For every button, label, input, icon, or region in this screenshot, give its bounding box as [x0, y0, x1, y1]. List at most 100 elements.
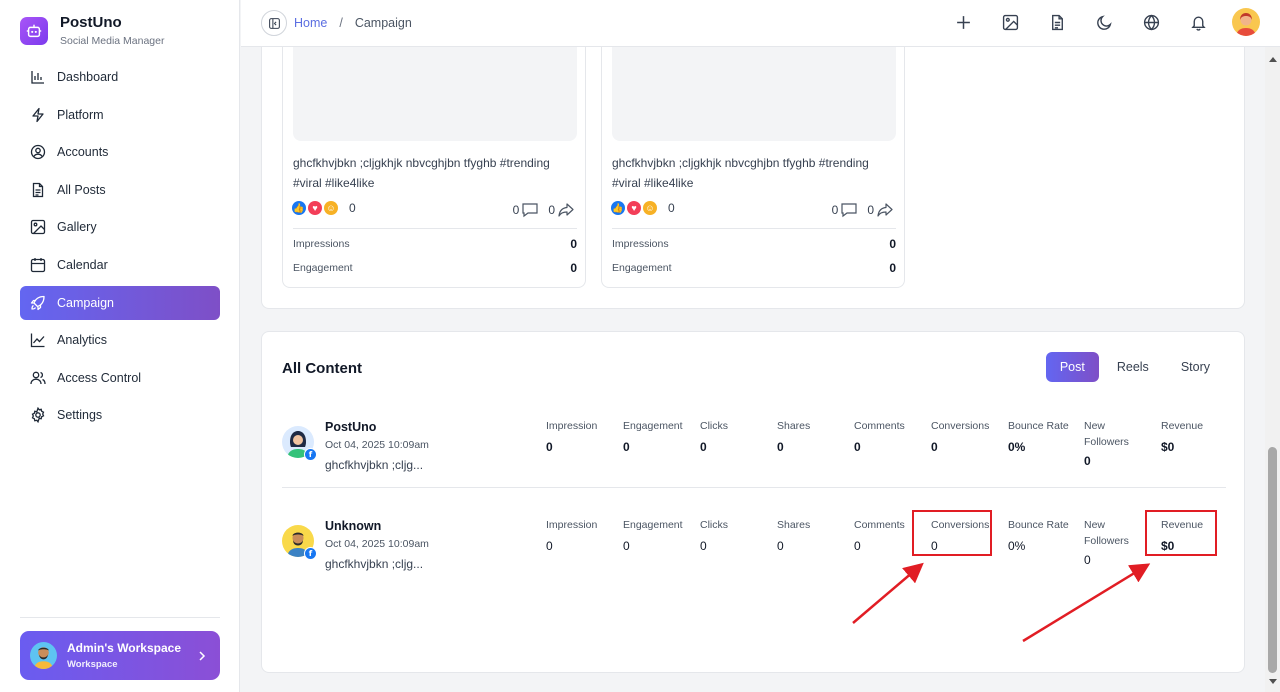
- stat-label: Impression: [546, 519, 598, 531]
- stat-label: Bounce Rate: [1008, 420, 1069, 432]
- stat-label: Shares: [777, 420, 811, 432]
- breadcrumb: Home / Campaign: [294, 16, 412, 30]
- stat-impression: Impression 0: [546, 418, 618, 454]
- stat-value: 0: [546, 440, 553, 454]
- share-icon[interactable]: [876, 201, 894, 219]
- sidebar-item-accounts[interactable]: Accounts: [20, 135, 220, 169]
- post-preview-card[interactable]: ghcfkhvjbkn ;cljgkhjk nbvcghjbn tfyghb #…: [282, 47, 586, 288]
- breadcrumb-home-link[interactable]: Home: [294, 16, 327, 30]
- workspace-subtitle: Workspace: [67, 658, 118, 670]
- stat-bounce-rate: Bounce Rate 0%: [1008, 517, 1080, 553]
- document-icon: [1051, 14, 1063, 30]
- sidebar-item-analytics[interactable]: Analytics: [20, 323, 220, 357]
- stat-clicks: Clicks 0: [700, 418, 772, 454]
- scroll-up-arrow-icon[interactable]: [1269, 57, 1277, 62]
- language-button[interactable]: [1141, 12, 1161, 32]
- tab-post[interactable]: Post: [1045, 352, 1099, 382]
- table-row[interactable]: f Unknown Oct 04, 2025 10:09am ghcfkhvjb…: [282, 501, 1226, 599]
- post-date: Oct 04, 2025 10:09am: [325, 538, 429, 550]
- account-name: Unknown: [325, 519, 382, 533]
- brand-subtitle: Social Media Manager: [60, 35, 165, 47]
- workspace-name: Admin's Workspace: [67, 640, 181, 655]
- media-button[interactable]: [1000, 12, 1020, 32]
- scrollbar-thumb[interactable]: [1268, 447, 1277, 673]
- account-name: PostUno: [325, 420, 377, 434]
- sidebar-item-label: Campaign: [57, 295, 114, 310]
- post-caption: ghcfkhvjbkn ;cljgkhjk nbvcghjbn tfyghb #…: [612, 156, 869, 190]
- user-circle-icon: [30, 145, 46, 160]
- sidebar: PostUno Social Media Manager Dashboard P…: [0, 0, 240, 692]
- gear-icon: [31, 407, 45, 424]
- annotation-highlight-conversions: [912, 510, 992, 556]
- sidebar-item-gallery[interactable]: Gallery: [20, 210, 220, 244]
- stat-value: 0: [546, 539, 553, 553]
- sidebar-item-access-control[interactable]: Access Control: [20, 361, 220, 395]
- tab-reels[interactable]: Reels: [1103, 352, 1163, 382]
- section-title: All Content: [282, 360, 362, 377]
- account-avatar: f: [282, 525, 317, 560]
- brand[interactable]: PostUno Social Media Manager: [20, 14, 164, 48]
- sidebar-toggle-button[interactable]: [261, 10, 287, 36]
- notifications-button[interactable]: [1188, 12, 1208, 32]
- sidebar-item-platform[interactable]: Platform: [20, 98, 220, 132]
- post-caption: ghcfkhvjbkn ;cljgkhjk nbvcghjbn tfyghb #…: [293, 156, 550, 190]
- sidebar-item-label: Platform: [57, 107, 104, 122]
- rocket-icon: [30, 295, 45, 310]
- image-icon: [1002, 14, 1018, 30]
- stat-label: Impression: [546, 420, 598, 432]
- stat-revenue: Revenue $0: [1161, 418, 1221, 454]
- share-count: 0: [548, 203, 555, 217]
- workspace-switcher[interactable]: Admin's Workspace Workspace: [20, 631, 220, 680]
- scroll-down-arrow-icon[interactable]: [1269, 679, 1277, 684]
- users-icon: [30, 371, 46, 384]
- post-actions: 0 0: [507, 201, 575, 219]
- sidebar-item-label: Gallery: [57, 220, 97, 235]
- tab-story[interactable]: Story: [1167, 352, 1224, 382]
- stat-label: New Followers: [1084, 420, 1129, 448]
- comment-icon[interactable]: [840, 201, 858, 219]
- page-scrollbar[interactable]: [1265, 47, 1280, 692]
- line-chart-icon: [30, 333, 45, 348]
- stat-value: 0: [623, 539, 630, 553]
- theme-toggle-button[interactable]: [1094, 12, 1114, 32]
- bell-icon: [1190, 16, 1206, 31]
- breadcrumb-current: Campaign: [354, 16, 412, 30]
- user-avatar[interactable]: [1232, 8, 1260, 36]
- post-preview-card[interactable]: ghcfkhvjbkn ;cljgkhjk nbvcghjbn tfyghb #…: [601, 47, 905, 288]
- avatar: [30, 642, 57, 669]
- metric-label: Engagement: [612, 262, 672, 274]
- stat-new-followers: New Followers 0: [1084, 517, 1144, 567]
- sidebar-collapse-icon: [268, 17, 280, 29]
- like-reaction-icon: 👍: [292, 201, 306, 215]
- share-count: 0: [867, 203, 874, 217]
- table-row[interactable]: f PostUno Oct 04, 2025 10:09am ghcfkhvjb…: [282, 402, 1226, 500]
- sidebar-item-campaign[interactable]: Campaign: [20, 285, 220, 320]
- stat-label: Shares: [777, 519, 811, 531]
- stat-bounce-rate: Bounce Rate 0%: [1008, 418, 1080, 454]
- post-image-placeholder: [293, 47, 577, 141]
- stat-clicks: Clicks 0: [700, 517, 772, 553]
- post-date: Oct 04, 2025 10:09am: [325, 439, 429, 451]
- stat-label: Clicks: [700, 519, 728, 531]
- share-icon[interactable]: [557, 201, 575, 219]
- love-reaction-icon: ♥: [308, 201, 322, 215]
- sidebar-item-all-posts[interactable]: All Posts: [20, 173, 220, 207]
- moon-icon: [1096, 14, 1112, 30]
- comment-icon[interactable]: [521, 201, 539, 219]
- sidebar-item-label: Dashboard: [57, 70, 119, 84]
- drafts-button[interactable]: [1047, 12, 1067, 32]
- stat-shares: Shares 0: [777, 517, 849, 553]
- sidebar-item-dashboard[interactable]: Dashboard: [20, 60, 220, 94]
- stat-label: Clicks: [700, 420, 728, 432]
- reactions: 👍 ♥ ☺ 0: [292, 201, 356, 215]
- sidebar-item-calendar[interactable]: Calendar: [20, 248, 220, 282]
- create-button[interactable]: [953, 12, 973, 32]
- post-metric-impressions: Impressions 0: [293, 237, 577, 251]
- image-icon: [30, 220, 46, 235]
- metric-value: 0: [889, 237, 896, 251]
- stat-label: Comments: [854, 420, 905, 432]
- reactions: 👍 ♥ ☺ 0: [611, 201, 675, 215]
- stat-label: Engagement: [623, 420, 683, 432]
- sidebar-item-settings[interactable]: Settings: [20, 398, 220, 432]
- all-content-card: All Content Post Reels Story f PostUno O…: [261, 331, 1245, 673]
